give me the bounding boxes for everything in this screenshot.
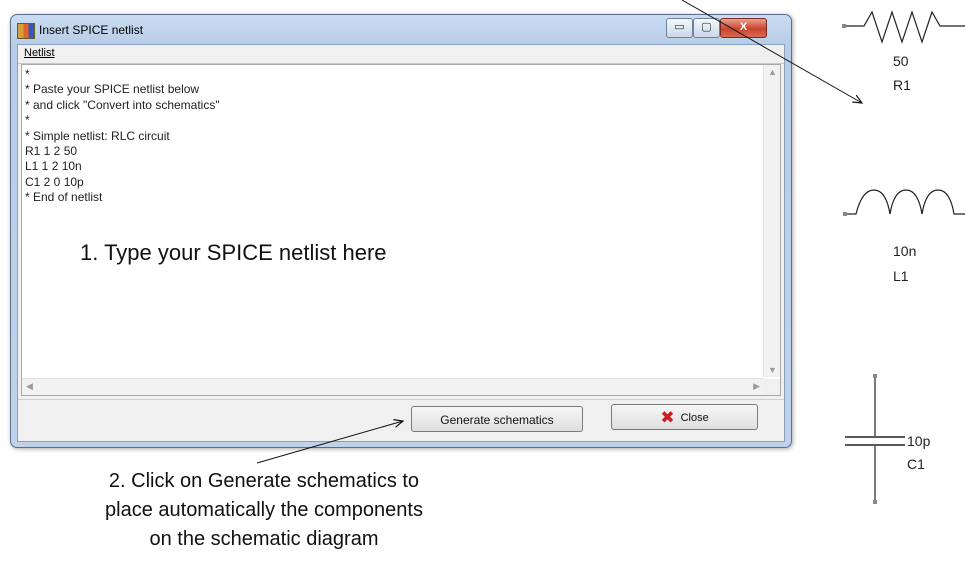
menu-netlist[interactable]: Netlist <box>24 47 55 59</box>
close-label: Close <box>680 412 709 424</box>
netlist-editor: * * Paste your SPICE netlist below * and… <box>21 64 781 396</box>
scroll-up-icon[interactable]: ▲ <box>768 67 777 77</box>
step1-annotation: 1. Type your SPICE netlist here <box>80 240 387 265</box>
close-button[interactable]: ✖ Close <box>611 404 758 430</box>
button-area-divider <box>18 399 784 400</box>
menu-bar: Netlist <box>18 45 784 64</box>
capacitor-ref: C1 <box>907 456 925 472</box>
resistor-value: 50 <box>893 53 909 69</box>
inductor-value: 10n <box>893 243 917 259</box>
netlist-textarea[interactable]: * * Paste your SPICE netlist below * and… <box>25 67 763 375</box>
generate-schematics-label: Generate schematics <box>440 413 554 427</box>
title-bar[interactable]: Insert SPICE netlist ▭ ▢ X <box>11 15 791 43</box>
app-icon <box>17 23 35 39</box>
step2-annotation: 2. Click on Generate schematics to place… <box>20 467 508 554</box>
close-x-icon: ✖ <box>660 408 675 427</box>
minimize-button[interactable]: ▭ <box>666 18 693 38</box>
capacitor-symbol <box>845 374 905 504</box>
window-title: Insert SPICE netlist <box>39 23 144 37</box>
inductor-symbol <box>843 189 965 216</box>
insert-spice-netlist-dialog: Insert SPICE netlist ▭ ▢ X Netlist * * P… <box>10 14 792 448</box>
horizontal-scrollbar[interactable]: ◀ ▶ <box>22 378 764 395</box>
capacitor-value: 10p <box>907 433 931 449</box>
generate-schematics-button[interactable]: Generate schematics <box>411 406 583 432</box>
step2-line3: on the schematic diagram <box>149 528 379 550</box>
step2-line1: 2. Click on Generate schematics to <box>108 470 420 492</box>
scroll-right-icon[interactable]: ▶ <box>753 381 760 392</box>
resistor-ref: R1 <box>893 77 911 93</box>
scroll-left-icon[interactable]: ◀ <box>26 381 33 392</box>
resistor-symbol <box>842 10 965 44</box>
vertical-scrollbar[interactable]: ▲ ▼ <box>763 65 780 377</box>
inductor-ref: L1 <box>893 268 909 284</box>
maximize-button[interactable]: ▢ <box>693 18 720 38</box>
scroll-down-icon[interactable]: ▼ <box>768 365 777 375</box>
step2-line2: place automatically the components <box>105 499 423 521</box>
scrollbar-corner <box>764 379 780 395</box>
window-close-button[interactable]: X <box>720 18 767 38</box>
